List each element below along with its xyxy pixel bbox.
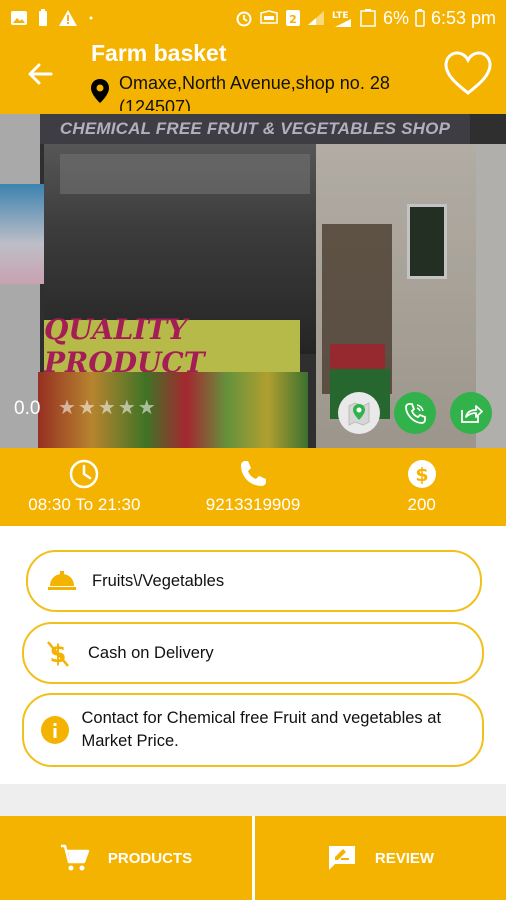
dollar-icon: $	[407, 460, 436, 488]
description-card: Contact for Chemical free Fruit and vege…	[22, 693, 484, 767]
shop-title: Farm basket	[91, 40, 227, 66]
status-right-icons: 2 LTE 6% 6:53 pm	[235, 8, 496, 29]
phone-info[interactable]: 9213319909	[169, 448, 338, 526]
volte-icon	[259, 9, 279, 27]
star-icon: ★	[117, 397, 136, 419]
favorite-button[interactable]	[442, 48, 494, 98]
shop-photo: CHEMICAL FREE FRUIT & VEGETABLES SHOP QU…	[0, 114, 506, 448]
star-icon: ★	[97, 397, 116, 419]
heart-icon	[444, 51, 492, 96]
products-label: PRODUCTS	[107, 849, 193, 867]
review-button[interactable]: REVIEW	[255, 816, 506, 900]
price-value: 200	[407, 495, 436, 514]
star-icon: ★	[58, 397, 76, 419]
battery-icon	[359, 9, 377, 27]
back-button[interactable]	[20, 56, 60, 92]
share-button[interactable]	[450, 392, 492, 434]
alarm-icon	[235, 9, 253, 27]
no-money-icon: $	[38, 638, 78, 668]
category-text: Fruits\/Vegetables	[92, 571, 225, 590]
status-bar: 2 LTE 6% 6:53 pm	[0, 0, 506, 36]
gallery-icon	[10, 10, 28, 26]
dot-icon	[88, 15, 94, 21]
status-left-icons	[10, 9, 94, 27]
shop-address: Omaxe,North Avenue,shop no. 28 (124507)	[119, 73, 390, 111]
review-label: REVIEW	[374, 849, 435, 867]
phone-value: 9213319909	[205, 495, 301, 514]
share-icon	[461, 405, 483, 423]
info-strip: 08:30 To 21:30 9213319909 $ 200	[0, 448, 506, 526]
price-info: $ 200	[337, 448, 506, 526]
star-icon: ★	[77, 397, 96, 419]
rate-review-icon	[328, 846, 355, 870]
payment-card: $ Cash on Delivery	[22, 622, 484, 684]
battery-low-icon	[38, 9, 48, 27]
phone-icon	[405, 403, 426, 424]
lte-icon: LTE	[331, 8, 353, 28]
back-arrow-icon	[28, 63, 53, 85]
location-pin-icon	[90, 78, 110, 109]
timing-info: 08:30 To 21:30	[0, 448, 169, 526]
svg-text:LTE: LTE	[332, 11, 349, 21]
rating-stars: ★ ★ ★ ★ ★	[58, 397, 156, 419]
bottom-action-bar: PRODUCTS REVIEW	[0, 816, 506, 900]
description-text: Contact for Chemical free Fruit and vege…	[81, 709, 442, 750]
food-cloche-icon	[42, 571, 82, 591]
star-icon: ★	[137, 397, 156, 419]
divider-band	[0, 784, 506, 816]
clock-icon	[70, 459, 99, 489]
signal-icon	[307, 10, 325, 26]
svg-text:$: $	[415, 464, 428, 486]
warning-icon	[58, 9, 78, 27]
clock: 6:53 pm	[430, 7, 496, 28]
phone-icon	[241, 461, 266, 486]
info-icon	[38, 715, 72, 745]
call-button[interactable]	[394, 392, 436, 434]
map-button[interactable]	[338, 392, 380, 434]
map-pin-icon	[348, 402, 370, 426]
svg-text:2: 2	[289, 13, 297, 26]
battery-percent: 6%	[382, 7, 409, 28]
rating-value: 0.0	[14, 398, 41, 419]
cart-icon	[60, 844, 90, 871]
category-card: Fruits\/Vegetables	[26, 550, 482, 612]
payment-text: Cash on Delivery	[88, 643, 214, 662]
timing-value: 08:30 To 21:30	[28, 495, 141, 514]
battery-outline-icon	[415, 9, 425, 27]
sim-2-icon: 2	[285, 9, 301, 27]
products-button[interactable]: PRODUCTS	[0, 816, 252, 900]
app-bar: Farm basket Omaxe,North Avenue,shop no. …	[0, 36, 506, 114]
